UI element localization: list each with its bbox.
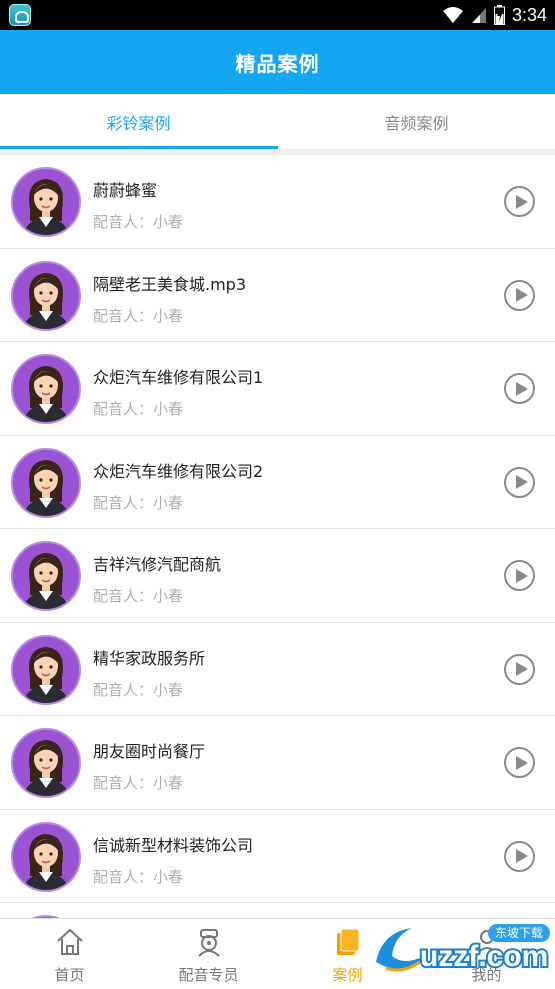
case-voice-actor: 配音人：小春 bbox=[93, 774, 184, 792]
case-list-item[interactable]: 众炬汽车维修有限公司2 配音人：小春 bbox=[0, 435, 555, 529]
voice-actor-avatar bbox=[11, 728, 81, 798]
case-list-item[interactable]: 精华家政服务所 配音人：小春 bbox=[0, 622, 555, 716]
case-title: 精华家政服务所 bbox=[93, 648, 206, 668]
case-list-item[interactable]: 蔚蔚蜂蜜 配音人：小春 bbox=[0, 155, 555, 249]
play-button[interactable] bbox=[504, 186, 535, 217]
uzzf-watermark-logo: uzzf.com 东坡下载 bbox=[376, 924, 550, 975]
play-button[interactable] bbox=[504, 840, 535, 872]
voice-actor-avatar bbox=[11, 260, 81, 331]
app-bar: 精品案例 bbox=[0, 30, 555, 94]
play-button[interactable] bbox=[504, 653, 535, 685]
wifi-icon bbox=[442, 7, 463, 23]
status-bar: 3:34 bbox=[0, 0, 555, 30]
battery-icon bbox=[493, 5, 505, 25]
tab-ringtone-cases[interactable]: 彩铃案例 bbox=[0, 94, 277, 150]
case-title: 隔壁老王美食城.mp3 bbox=[93, 274, 247, 294]
nav-voice-actors[interactable]: 配音专员 bbox=[139, 919, 278, 989]
case-title: 众炬汽车维修有限公司2 bbox=[93, 461, 264, 481]
case-voice-actor: 配音人：小春 bbox=[93, 213, 184, 231]
play-button[interactable] bbox=[504, 373, 535, 404]
case-voice-actor: 配音人：小春 bbox=[93, 587, 184, 605]
play-button[interactable] bbox=[504, 560, 535, 591]
page-title: 精品案例 bbox=[235, 51, 320, 76]
voice-actor-avatar bbox=[11, 541, 81, 611]
case-title: 朋友圈时尚餐厅 bbox=[93, 742, 206, 761]
case-list-item[interactable]: 隔壁老王美食城.mp3 配音人：小春 bbox=[0, 248, 555, 342]
case-voice-actor: 配音人：小春 bbox=[93, 867, 184, 886]
play-button[interactable] bbox=[504, 466, 535, 498]
voice-actor-icon bbox=[197, 929, 220, 957]
nav-home[interactable]: 首页 bbox=[0, 919, 139, 989]
svg-text:uzzf.com: uzzf.com bbox=[420, 940, 548, 973]
case-list-item[interactable] bbox=[0, 903, 555, 918]
case-list-item[interactable]: 众炬汽车维修有限公司1 配音人：小春 bbox=[0, 342, 555, 436]
nav-home-label: 首页 bbox=[54, 966, 85, 984]
case-list[interactable]: 蔚蔚蜂蜜 配音人：小春 隔壁老王美食城.mp3 配音人：小春 众炬汽车维修有限公… bbox=[0, 155, 555, 918]
nav-voice-actors-label: 配音专员 bbox=[178, 966, 239, 984]
clock: 3:34 bbox=[511, 4, 547, 25]
voice-actor-avatar bbox=[11, 447, 81, 518]
case-voice-actor: 配音人：小春 bbox=[93, 306, 184, 325]
case-list-item[interactable]: 信诚新型材料装饰公司 配音人：小春 bbox=[0, 809, 555, 903]
voice-actor-avatar bbox=[11, 167, 81, 237]
app-notification-icon bbox=[9, 4, 31, 26]
case-list-item[interactable]: 朋友圈时尚餐厅 配音人：小春 bbox=[0, 716, 555, 810]
status-icons: 3:34 bbox=[442, 0, 547, 30]
tab-audio-cases[interactable]: 音频案例 bbox=[278, 94, 555, 150]
case-title: 蔚蔚蜂蜜 bbox=[93, 181, 158, 200]
case-voice-actor: 配音人：小春 bbox=[93, 400, 184, 418]
cases-icon bbox=[336, 928, 359, 955]
case-voice-actor: 配音人：小春 bbox=[93, 680, 184, 699]
play-button[interactable] bbox=[504, 747, 535, 778]
voice-actor-avatar bbox=[11, 634, 81, 705]
signal-icon bbox=[471, 8, 486, 23]
case-list-item[interactable]: 吉祥汽修汽配商航 配音人：小春 bbox=[0, 529, 555, 623]
svg-text:东坡下载: 东坡下载 bbox=[495, 926, 543, 940]
voice-actor-avatar bbox=[11, 821, 81, 892]
case-title: 吉祥汽修汽配商航 bbox=[93, 555, 222, 574]
case-title: 信诚新型材料装饰公司 bbox=[93, 835, 254, 855]
play-button[interactable] bbox=[504, 279, 535, 311]
case-title: 众炬汽车维修有限公司1 bbox=[93, 368, 264, 387]
home-icon bbox=[56, 928, 83, 955]
tab-bar: 彩铃案例 音频案例 bbox=[0, 94, 555, 150]
voice-actor-avatar bbox=[11, 354, 81, 424]
case-voice-actor: 配音人：小春 bbox=[93, 493, 184, 512]
